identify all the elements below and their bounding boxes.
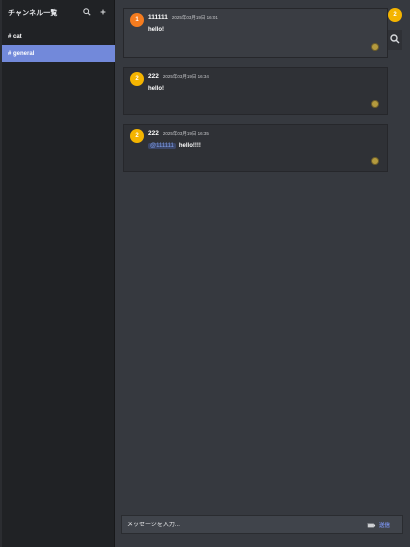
sidebar-header-actions <box>83 8 107 16</box>
message-item: 2 222 2025年03月19日 16:34 hello! <box>123 67 388 115</box>
message-timestamp: 2025年03月19日 16:35 <box>162 131 209 136</box>
channel-item-general[interactable]: # general <box>2 45 115 62</box>
message-text: hello! <box>148 27 164 33</box>
sidebar-header: チャンネル一覧 <box>2 0 115 26</box>
message-username: 222 <box>148 130 159 137</box>
search-icon[interactable] <box>390 34 400 44</box>
message-text: hello! <box>148 86 164 92</box>
message-timestamp: 2025年03月19日 16:34 <box>162 74 209 79</box>
avatar: 2 <box>130 129 144 143</box>
app-window: チャンネル一覧 # cat # general 1 111111 2025年03… <box>0 0 410 547</box>
avatar: 2 <box>130 72 144 86</box>
message-item: 1 111111 2025年03月19日 16:01 hello! <box>123 8 388 58</box>
user-mention[interactable]: @111111 <box>148 143 176 149</box>
reaction-icon[interactable] <box>371 43 379 51</box>
message-username: 111111 <box>148 14 168 21</box>
message-input[interactable] <box>127 521 402 528</box>
send-icon <box>367 522 376 527</box>
message-header: 222 2025年03月19日 16:34 <box>148 73 209 80</box>
message-composer: 送信 <box>121 515 403 534</box>
search-icon[interactable] <box>83 8 91 16</box>
message-text: @111111 hello!!!! <box>148 143 201 149</box>
message-header: 111111 2025年03月19日 16:01 <box>148 14 218 21</box>
message-list: 1 111111 2025年03月19日 16:01 hello! 2 222 … <box>123 8 388 181</box>
avatar: 1 <box>130 13 144 27</box>
message-body: hello! <box>148 27 164 33</box>
reaction-icon[interactable] <box>371 157 379 165</box>
message-body: hello! <box>148 86 164 92</box>
current-user-avatar[interactable]: 2 <box>388 8 402 22</box>
message-header: 222 2025年03月19日 16:35 <box>148 130 209 137</box>
channel-item-cat[interactable]: # cat <box>2 28 115 45</box>
send-button[interactable]: 送信 <box>367 521 390 529</box>
chat-main: 1 111111 2025年03月19日 16:01 hello! 2 222 … <box>115 0 410 547</box>
channel-list: # cat # general <box>2 28 115 62</box>
sidebar-title: チャンネル一覧 <box>8 10 58 17</box>
message-timestamp: 2025年03月19日 16:01 <box>171 15 218 20</box>
add-channel-icon[interactable] <box>99 8 107 16</box>
message-item: 2 222 2025年03月19日 16:35 @111111 hello!!!… <box>123 124 388 172</box>
send-label: 送信 <box>378 523 390 529</box>
message-body: hello!!!! <box>178 143 201 149</box>
channel-sidebar: チャンネル一覧 # cat # general <box>0 0 115 547</box>
message-username: 222 <box>148 73 159 80</box>
reaction-icon[interactable] <box>371 100 379 108</box>
